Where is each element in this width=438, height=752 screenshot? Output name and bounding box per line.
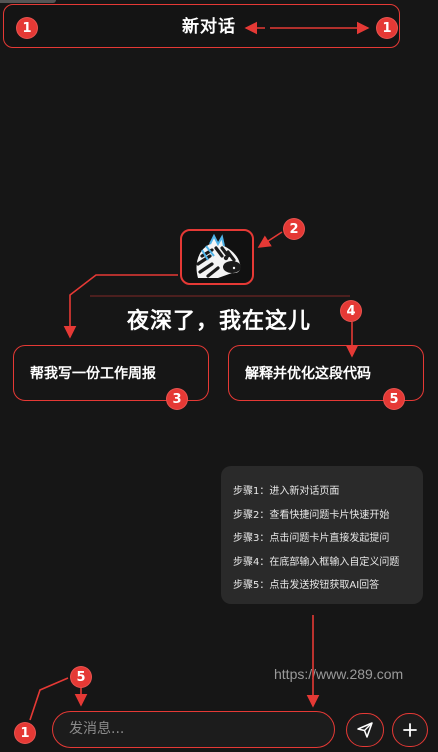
annotation-arrows (29, 21, 370, 721)
